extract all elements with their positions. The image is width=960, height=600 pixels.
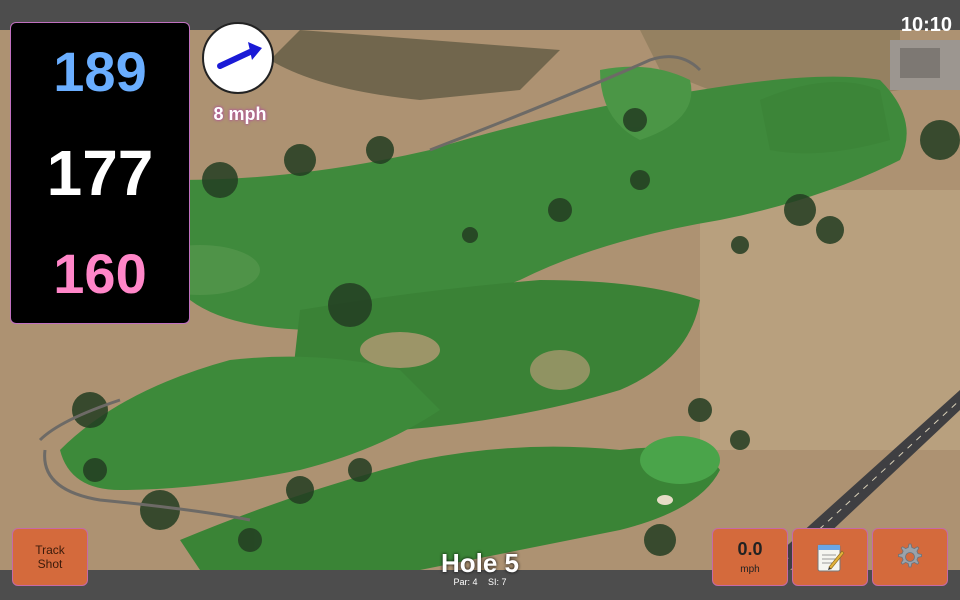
middle-distance: 177 (46, 136, 154, 209)
front-distance: 160 (53, 242, 147, 306)
track-shot-label-line1: Track (35, 543, 65, 557)
back-distance: 189 (53, 39, 147, 103)
clock: 10:10 (900, 14, 952, 36)
hole-title: Hole 5 (440, 548, 520, 578)
speed-value: 0.0 (737, 539, 763, 559)
gear-icon (898, 543, 922, 568)
wind-speed: 8 mph (213, 104, 267, 124)
par-text: Par: 4 (453, 577, 478, 587)
speed-unit: mph (740, 564, 760, 575)
wind-compass (202, 22, 274, 94)
speed-button[interactable]: 0.0 mph (712, 528, 788, 586)
settings-button[interactable] (872, 528, 948, 586)
stroke-index-text: SI: 7 (488, 577, 507, 587)
track-shot-button[interactable]: Track Shot (12, 528, 88, 586)
scorecard-notes-button[interactable] (792, 528, 868, 586)
arrow-up-right-icon (217, 42, 262, 69)
notepad-icon (817, 544, 845, 572)
hole-info: Par: 4 SI: 7 (430, 577, 530, 587)
track-shot-label-line2: Shot (37, 557, 63, 571)
distance-panel: 189 177 160 (10, 22, 190, 324)
